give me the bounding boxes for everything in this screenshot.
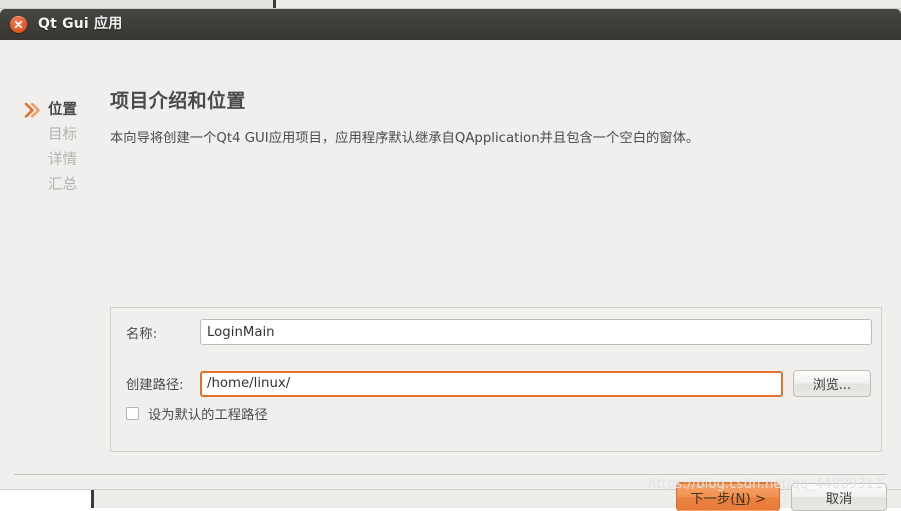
background-window-bottom-left (0, 490, 92, 508)
project-name-input[interactable] (200, 319, 872, 345)
close-icon[interactable] (10, 16, 27, 33)
chevron-right-icon (24, 102, 44, 119)
name-row: 名称: (126, 319, 872, 345)
default-path-checkbox-row[interactable]: 设为默认的工程路径 (126, 404, 268, 423)
name-label: 名称: (126, 326, 158, 342)
footer-buttons: 下一步(N) > 取消 (677, 483, 887, 511)
default-path-checkbox[interactable] (126, 407, 139, 420)
project-form-group: 名称: 创建路径: 浏览... 设为默认的工程路径 (110, 307, 882, 452)
dialog-titlebar[interactable]: Qt Gui 应用 (0, 9, 901, 40)
footer-separator (14, 474, 887, 475)
next-button-mnemonic: N (735, 491, 746, 507)
browse-button[interactable]: 浏览... (793, 370, 871, 397)
page-description: 本向导将创建一个Qt4 GUI应用项目，应用程序默认继承自QApplicatio… (110, 131, 700, 146)
next-button[interactable]: 下一步(N) > (677, 483, 779, 511)
wizard-steps: 位置 目标 详情 汇总 (24, 98, 102, 198)
next-button-label-suffix: ) > (745, 491, 766, 507)
page-title: 项目介绍和位置 (110, 90, 246, 112)
sidebar-item-label: 详情 (48, 152, 77, 168)
dialog-body: 位置 目标 详情 汇总 项目介绍和位置 本向导将创建一个Qt4 GUI应用项目，… (0, 40, 901, 511)
window-title: Qt Gui 应用 (38, 16, 123, 32)
default-path-checkbox-label: 设为默认的工程路径 (148, 408, 268, 423)
sidebar-item-target[interactable]: 目标 (24, 123, 102, 148)
create-path-input[interactable] (200, 370, 783, 397)
next-button-label-prefix: 下一步( (690, 491, 736, 507)
sidebar-item-summary[interactable]: 汇总 (24, 173, 102, 198)
background-window-bottom-divider (91, 488, 94, 508)
cancel-button[interactable]: 取消 (791, 483, 887, 511)
qt-wizard-dialog: Qt Gui 应用 位置 目标 详情 汇总 项目介绍和位置 本向导将创建一个Qt… (0, 9, 901, 511)
sidebar-item-label: 目标 (48, 127, 77, 143)
create-path-label: 创建路径: (126, 378, 184, 393)
sidebar-item-details[interactable]: 详情 (24, 148, 102, 173)
path-row: 创建路径: 浏览... (126, 370, 871, 397)
sidebar-item-location[interactable]: 位置 (24, 98, 102, 123)
sidebar-item-label: 汇总 (48, 177, 77, 193)
sidebar-item-label: 位置 (48, 102, 77, 118)
